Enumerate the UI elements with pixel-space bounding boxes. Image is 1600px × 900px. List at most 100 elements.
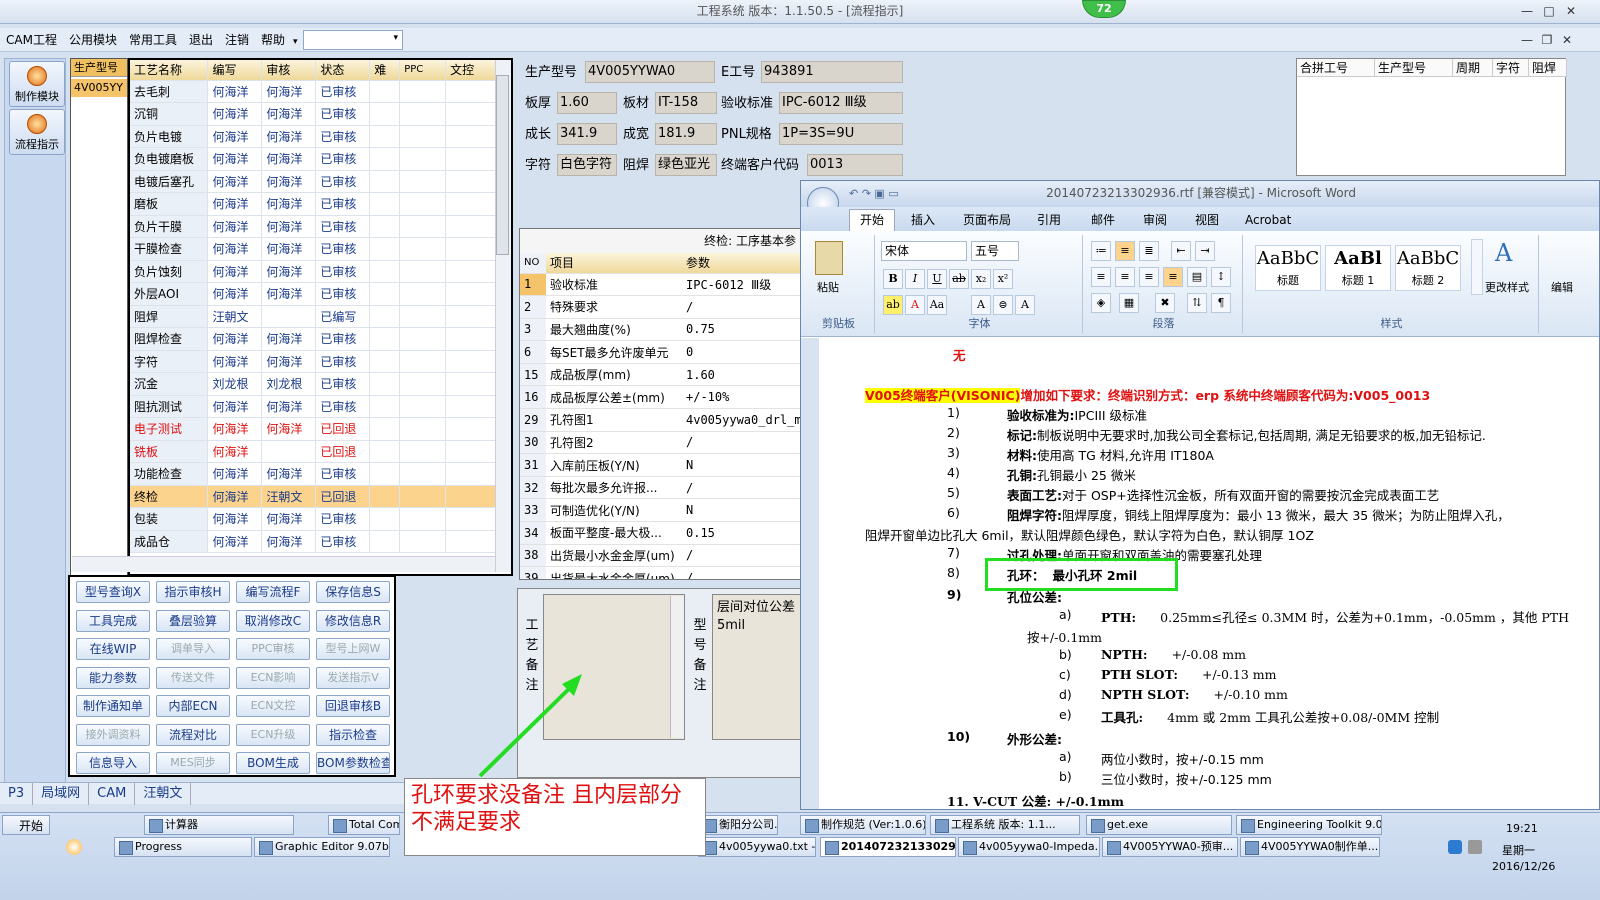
cell-ppc[interactable]	[399, 350, 447, 373]
cell-doc-control[interactable]	[445, 372, 496, 396]
cell-item[interactable]: 每批次最多允许报...	[546, 476, 682, 500]
function-button[interactable]: ECN文控	[236, 695, 310, 717]
cell-status[interactable]: 已审核	[315, 530, 371, 553]
cell-ppc[interactable]	[399, 260, 447, 283]
cell-param[interactable]: N	[682, 453, 800, 477]
cell-item[interactable]: 验收标准	[546, 273, 682, 297]
cell-reviewer[interactable]: 何海洋	[261, 395, 317, 418]
paste-label[interactable]: 粘贴	[817, 279, 839, 295]
numbering-icon[interactable]: ≡	[1115, 241, 1135, 261]
cell-reviewer[interactable]: 何海洋	[261, 260, 317, 283]
cell-difficulty[interactable]	[369, 462, 401, 486]
change-styles-icon[interactable]: A	[1495, 239, 1512, 267]
underline-icon[interactable]: U	[927, 269, 947, 289]
process-row[interactable]: 干膜检查 何海洋 何海洋 已审核	[130, 237, 496, 261]
cell-item[interactable]: 入库前压板(Y/N)	[546, 453, 682, 477]
cell-doc-control[interactable]	[445, 440, 496, 463]
cell-status[interactable]: 已审核	[315, 282, 371, 306]
process-row[interactable]: 沉铜 何海洋 何海洋 已审核	[130, 102, 496, 126]
col-char[interactable]: 字符	[1493, 59, 1529, 77]
cell-difficulty[interactable]	[369, 260, 401, 283]
process-row[interactable]: 字符 何海洋 何海洋 已审核	[130, 350, 496, 373]
cell-reviewer[interactable]: 何海洋	[261, 170, 317, 193]
italic-icon[interactable]: I	[905, 269, 925, 289]
function-button[interactable]: BOM参数检查	[316, 752, 390, 774]
cell-process[interactable]: 阻抗测试	[130, 395, 209, 418]
cell-status[interactable]: 已回退	[315, 440, 371, 463]
col-item[interactable]: 项目	[546, 253, 682, 274]
menu-exit[interactable]: 退出	[183, 28, 219, 52]
cell-no[interactable]: 3	[520, 318, 546, 342]
cell-doc-control[interactable]	[445, 462, 496, 486]
function-button[interactable]: 指示检查	[316, 723, 390, 746]
cell-item[interactable]: 出货最大水金金厚(um)	[546, 566, 682, 579]
cell-process[interactable]: 包装	[130, 507, 209, 531]
col-process[interactable]: 工艺名称	[130, 60, 209, 81]
cell-status[interactable]: 已审核	[315, 372, 371, 396]
cell-item[interactable]: 可制造优化(Y/N)	[546, 498, 682, 523]
cell-status[interactable]: 已回退	[315, 417, 371, 441]
cell-writer[interactable]: 何海洋	[207, 350, 263, 373]
process-row[interactable]: 阻焊 汪朝文 已编写	[130, 305, 496, 328]
cell-reviewer[interactable]: 何海洋	[261, 147, 317, 171]
info-mat-field[interactable]: IT-158	[655, 92, 717, 114]
cell-reviewer[interactable]: 何海洋	[261, 350, 317, 373]
paste-icon[interactable]	[815, 241, 843, 275]
mdi-close-button[interactable]: ✕	[1558, 32, 1576, 48]
process-row[interactable]: 负片电镀 何海洋 何海洋 已审核	[130, 125, 496, 148]
cell-doc-control[interactable]	[445, 305, 496, 328]
col-no[interactable]: NO	[520, 253, 546, 274]
function-button[interactable]: MES同步	[156, 752, 230, 774]
cell-ppc[interactable]	[399, 237, 447, 261]
info-mask-field[interactable]: 绿色亚光	[655, 154, 717, 176]
info-thick-field[interactable]: 1.60	[557, 92, 617, 114]
cell-ppc[interactable]	[399, 305, 447, 328]
align-right-icon[interactable]: ≡	[1139, 267, 1159, 287]
cell-param[interactable]: IPC-6012 Ⅲ级	[682, 273, 800, 297]
process-row[interactable]: 终检 何海洋 汪朝文 已回退	[130, 485, 496, 508]
info-model-field[interactable]: 4V005YYWA0	[585, 61, 715, 83]
cell-no[interactable]: 31	[520, 453, 546, 477]
cell-doc-control[interactable]	[445, 507, 496, 531]
process-grid-vscroll-thumb[interactable]	[496, 75, 509, 255]
cell-writer[interactable]: 何海洋	[207, 80, 263, 103]
function-button[interactable]: ECN影响	[236, 666, 310, 689]
cell-status[interactable]: 已审核	[315, 327, 371, 351]
cell-writer[interactable]: 何海洋	[207, 170, 263, 193]
cell-difficulty[interactable]	[369, 237, 401, 261]
cell-ppc[interactable]	[399, 485, 447, 508]
superscript-icon[interactable]: x²	[993, 269, 1013, 289]
nav-make-module[interactable]: 制作模块	[9, 61, 65, 107]
cell-item[interactable]: 成品板厚(mm)	[546, 363, 682, 387]
col-model[interactable]: 生产型号	[1375, 59, 1453, 77]
cell-writer[interactable]: 何海洋	[207, 147, 263, 171]
cell-process[interactable]: 干膜检查	[130, 237, 209, 261]
quick-access-toolbar[interactable]: ↶ ↷ ▣ ▭	[849, 187, 969, 201]
col-status[interactable]: 状态	[315, 60, 371, 81]
cell-difficulty[interactable]	[369, 372, 401, 396]
cell-difficulty[interactable]	[369, 305, 401, 328]
col-ppc[interactable]: PPC	[399, 60, 447, 81]
cell-no[interactable]: 29	[520, 408, 546, 432]
cell-process[interactable]: 沉铜	[130, 102, 209, 126]
taskbar-button[interactable]: Total Comm	[328, 815, 400, 835]
cell-reviewer[interactable]: 何海洋	[261, 282, 317, 306]
function-button[interactable]: 制作通知单	[76, 695, 150, 717]
mdi-minimize-button[interactable]: —	[1518, 32, 1536, 48]
function-button[interactable]: 编写流程F	[236, 581, 310, 603]
cell-reviewer[interactable]: 何海洋	[261, 125, 317, 148]
cell-process[interactable]: 磨板	[130, 192, 209, 216]
taskbar-button[interactable]: 4V005YYWA0-预审...	[1102, 837, 1238, 857]
cell-process[interactable]: 功能检查	[130, 462, 209, 486]
process-row[interactable]: 成品仓 何海洋 何海洋 已审核	[130, 530, 496, 553]
process-row[interactable]: 电子测试 何海洋 何海洋 已回退	[130, 417, 496, 441]
font-name-select[interactable]: 宋体	[881, 241, 967, 261]
cell-item[interactable]: 每SET最多允许废单元	[546, 340, 682, 364]
increase-indent-icon[interactable]: ⇥	[1195, 241, 1215, 261]
cell-difficulty[interactable]	[369, 170, 401, 193]
remark-scrollbar[interactable]	[670, 596, 684, 738]
menu-public[interactable]: 公用模块	[63, 28, 123, 52]
cell-reviewer[interactable]	[261, 440, 317, 463]
cell-no[interactable]: 39	[520, 566, 546, 579]
cell-ppc[interactable]	[399, 125, 447, 148]
